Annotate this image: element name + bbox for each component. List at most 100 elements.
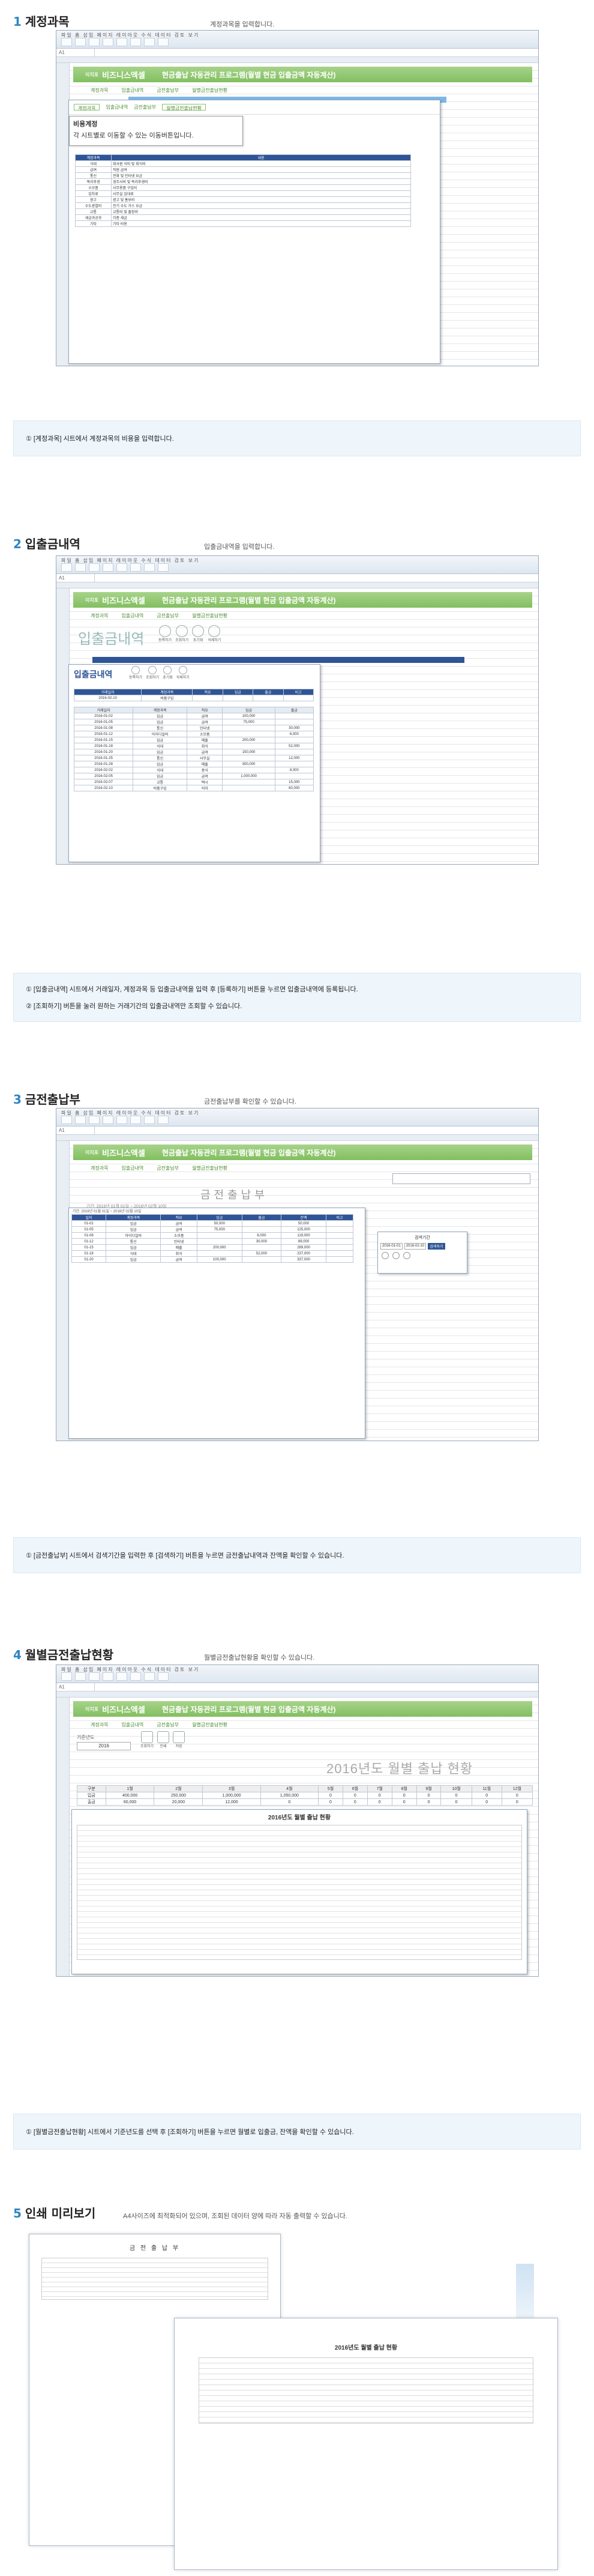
account-input[interactable]: 비품구입 [141,695,193,701]
section-note: ① [계정과목] 시트에서 계정과목의 비용을 입력합니다. [13,420,581,456]
monthly-heading: 2016년도 월별 출납 현황 [326,1761,473,1776]
nav-inout[interactable]: 입출금내역 [117,611,148,620]
register-button[interactable]: 등록하기 [158,625,172,642]
formula-bar[interactable]: A1 [56,1683,538,1692]
excel-window: 파일 홈 삽입 페이지 레이아웃 수식 데이터 검토 보기 A1 이지포 비즈니… [56,1664,539,1977]
query-button[interactable]: 조회하기 [140,1731,154,1749]
formula-bar[interactable]: A1 [56,49,538,57]
monthly-summary-table: 구분 1월 2월 3월 4월 5월 6월 7월 8월 9월 10월 11월 12월 입금 400,000 2… [77,1785,533,1806]
table-row: 입금 400,000 250,000 1,000,000 1,050,000 0 0 0 0 0 0… [77,1792,533,1799]
year-select[interactable]: 2016 [77,1742,131,1750]
table-row[interactable]: 2016-02-05 입금 급여 1,000,000 [73,773,314,779]
ledger-table: 일자 계정과목 적요 입금 출금 잔액 비고 01-02 입금 급여 50,000 50,000 01… [71,1214,354,1263]
nav-ledger[interactable]: 금전출납부 [152,611,183,620]
table-row[interactable]: 2016-02-07 교통 택시 15,000 [73,779,314,785]
print-button[interactable]: 인쇄 [157,1731,170,1749]
search-to-input[interactable]: 2016-02-10 [404,1243,427,1250]
month-header: 6월 [342,1785,368,1792]
table-row[interactable]: 2016-01-20 입금 급여 150,000 [73,749,314,755]
delete-button[interactable]: 삭제하기 [176,666,190,680]
section-title: 3 금전출납부 [13,1092,80,1107]
excel-window: 파일 홈 삽입 페이지 레이아웃 수식 데이터 검토 보기 A1 이지포 비즈니… [56,1108,539,1441]
sheet-nav: 계정과목 입출금내역 금전출납부 월별금전출납현황 [86,611,232,620]
section-caption: 금전출납부를 확인할 수 있습니다. [204,1098,296,1105]
reset-button[interactable]: 초기화 [192,625,205,642]
register-button[interactable]: 등록하기 [129,666,142,680]
table-row[interactable]: 2016-01-15 입금 매출 200,000 [73,737,314,743]
reset-icon[interactable] [403,1252,410,1259]
table-row: 출금 60,000 20,000 12,000 0 0 0 0 0 0 0 0 0 [77,1798,533,1806]
month-header: 11월 [471,1785,502,1792]
popup-nav-account[interactable]: 계정과목 [74,104,100,111]
formula-bar[interactable]: A1 [56,574,538,582]
save-button[interactable]: 저장 [173,1731,185,1749]
app-title-bar: 이지포 비즈니스엑셀 현금출납 자동관리 프로그램(월별 현금 입출금액 자동계… [73,592,532,608]
save-icon[interactable] [392,1252,400,1259]
table-row: 교통 교통비 및 출장비 [75,208,411,215]
nav-monthly[interactable]: 월별금전출납현황 [188,1164,232,1173]
nav-ledger[interactable]: 금전출납부 [152,1164,183,1173]
nav-account[interactable]: 계정과목 [86,1164,112,1173]
monthly-detail-grid [77,1825,522,1960]
nav-inout[interactable]: 입출금내역 [117,86,148,95]
table-row[interactable]: 2016-01-05 입금 급여 75,000 [73,719,314,725]
nav-inout[interactable]: 입출금내역 [117,1720,148,1729]
nav-inout[interactable]: 입출금내역 [117,1164,148,1173]
inout-popup: 입출금내역 등록하기 조회하기 초기화 삭제하기 거래일자 계정과목 적요 입금 출금 비… [68,664,320,862]
popup-nav-monthly[interactable]: 월별금전출납현황 [162,104,206,111]
date-input[interactable]: 2016-02-10 [73,695,142,701]
input-row-table: 거래일자 계정과목 적요 입금 출금 비고 2016-02-10 비품구입 [73,689,314,701]
popup-nav-inout[interactable]: 입출금내역 [106,104,128,110]
nav-account[interactable]: 계정과목 [86,1720,112,1729]
table-row: 01-20 입금 급여 100,000 337,000 [71,1256,354,1263]
table-row[interactable]: 2016-01-12 아이디얼비 소모품 6,000 [73,731,314,737]
table-row[interactable]: 2016-01-08 통신 인터넷 30,000 [73,725,314,731]
table-row[interactable]: 2016-01-02 입금 급여 100,000 [73,713,314,719]
nav-monthly[interactable]: 월별금전출납현황 [188,86,232,95]
nav-account[interactable]: 계정과목 [86,611,112,620]
table-row: 01-05 입금 급여 75,000 125,000 [71,1226,354,1233]
search-panel: 검색기간 2016-01-01 2016-02-10 검색하기 [377,1232,467,1274]
monthly-popup: 2016년도 월별 출납 현황 [71,1809,527,1974]
nav-ledger[interactable]: 금전출납부 [152,1720,183,1729]
section-note: ① [금전출납부] 시트에서 검색기간을 입력한 후 [검색하기] 버튼을 누르… [13,1537,581,1573]
nav-monthly[interactable]: 월별금전출납현황 [188,1720,232,1729]
delete-button[interactable]: 삭제하기 [208,625,221,642]
table-row: 01-15 입금 매출 200,000 289,000 [71,1244,354,1251]
sheet-nav: 계정과목 입출금내역 금전출납부 월별금전출납현황 [86,1720,232,1729]
table-row: 광고 광고 및 홍보비 [75,196,411,203]
nav-account[interactable]: 계정과목 [86,86,112,95]
search-button[interactable]: 검색하기 [428,1243,445,1250]
search-button[interactable]: 조회하기 [146,666,159,680]
table-row: 임차료 사무실 임대료 [75,190,411,197]
table-row[interactable]: 2016-01-18 식대 회식 52,000 [73,743,314,749]
nav-ledger[interactable]: 금전출납부 [152,86,183,95]
print-icon[interactable] [382,1252,389,1259]
table-row[interactable]: 2016-02-10 비품구입 의자 60,000 [73,785,314,791]
section-caption: 월별금전출납현황을 확인할 수 있습니다. [204,1654,315,1661]
month-header: 1월 [105,1785,155,1792]
section-title: 2 입출금내역 [13,537,80,551]
sheet-nav: 계정과목 입출금내역 금전출납부 월별금전출납현황 [86,1164,232,1173]
month-header: 8월 [391,1785,417,1792]
excel-window: 파일 홈 삽입 페이지 레이아웃 수식 데이터 검토 보기 A1 이지포 비즈니… [56,30,539,366]
table-row[interactable]: 2016-02-02 식대 중식 8,000 [73,767,314,773]
reset-button[interactable]: 초기화 [163,666,173,680]
section-title: 1 계정과목 [13,14,70,29]
table-row[interactable]: 2016-01-25 통신 사무실 12,000 [73,755,314,761]
table-row: 복리후생 경조사비 및 복리후생비 [75,178,411,185]
month-header: 9월 [416,1785,442,1792]
section-caption: 입출금내역을 입력합니다. [204,543,275,551]
search-button[interactable]: 조회하기 [175,625,188,642]
table-row[interactable]: 2016-01-28 입금 매출 300,000 [73,761,314,767]
popup-nav-ledger[interactable]: 금전출납부 [134,104,156,110]
section-title: 4 월별금전출납현황 [13,1648,114,1662]
search-from-input[interactable]: 2016-01-01 [380,1243,403,1250]
nav-monthly[interactable]: 월별금전출납현황 [188,611,232,620]
section-note: ① [월별금전출납현황] 시트에서 기준년도를 선택 후 [조회하기] 버튼을 … [13,2114,581,2150]
formula-bar[interactable]: A1 [56,1126,538,1135]
table-row: 01-12 통신 인터넷 30,000 89,000 [71,1238,354,1245]
sheet-popup: 계정과목 입출금내역 금전출납부 월별금전출납현황 비용계정 각 시트별로 이동… [68,100,440,364]
month-header: 10월 [440,1785,472,1792]
sheet-nav: 계정과목 입출금내역 금전출납부 월별금전출납현황 [86,86,232,95]
